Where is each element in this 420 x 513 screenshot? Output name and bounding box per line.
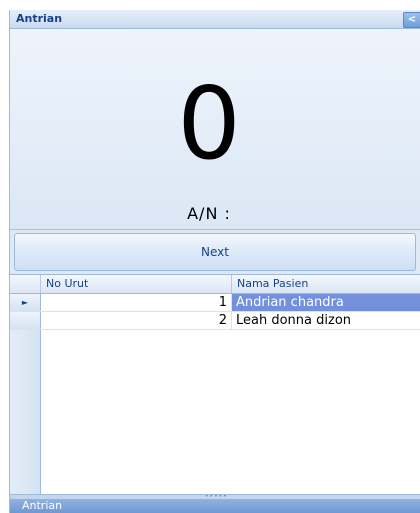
queue-display: 0 A/N :	[10, 29, 420, 230]
status-bar: Antrian	[10, 499, 420, 513]
column-header-nama-pasien[interactable]: Nama Pasien	[232, 275, 420, 293]
collapse-button[interactable]: <	[403, 12, 420, 28]
grid-header: No Urut Nama Pasien	[10, 275, 420, 294]
status-bar-label[interactable]: Antrian	[22, 499, 62, 513]
table-row[interactable]: ► 1 Andrian chandra	[10, 294, 420, 312]
row-pointer-icon: ►	[10, 294, 41, 311]
panel-title: Antrian	[16, 12, 63, 25]
cell-no-urut[interactable]: 1	[41, 294, 232, 311]
panel-title-bar: Antrian <	[10, 10, 420, 29]
next-button[interactable]: Next	[14, 233, 416, 271]
table-row[interactable]: 2 Leah donna dizon	[10, 312, 420, 330]
queue-grid: No Urut Nama Pasien ► 1 Andrian chandra …	[10, 274, 420, 495]
an-label: A/N :	[187, 204, 231, 223]
header-indicator-cell	[10, 275, 41, 293]
row-indicator	[10, 312, 41, 329]
chevron-left-icon: <	[407, 14, 417, 25]
cell-nama-pasien[interactable]: Leah donna dizon	[232, 312, 420, 329]
column-header-no-urut[interactable]: No Urut	[41, 275, 232, 293]
cell-no-urut[interactable]: 2	[41, 312, 232, 329]
current-queue-number: 0	[177, 65, 241, 182]
cell-nama-pasien[interactable]: Andrian chandra	[232, 294, 420, 311]
antrian-panel: Antrian < 0 A/N : Next No Urut Nama Pasi…	[9, 10, 420, 513]
